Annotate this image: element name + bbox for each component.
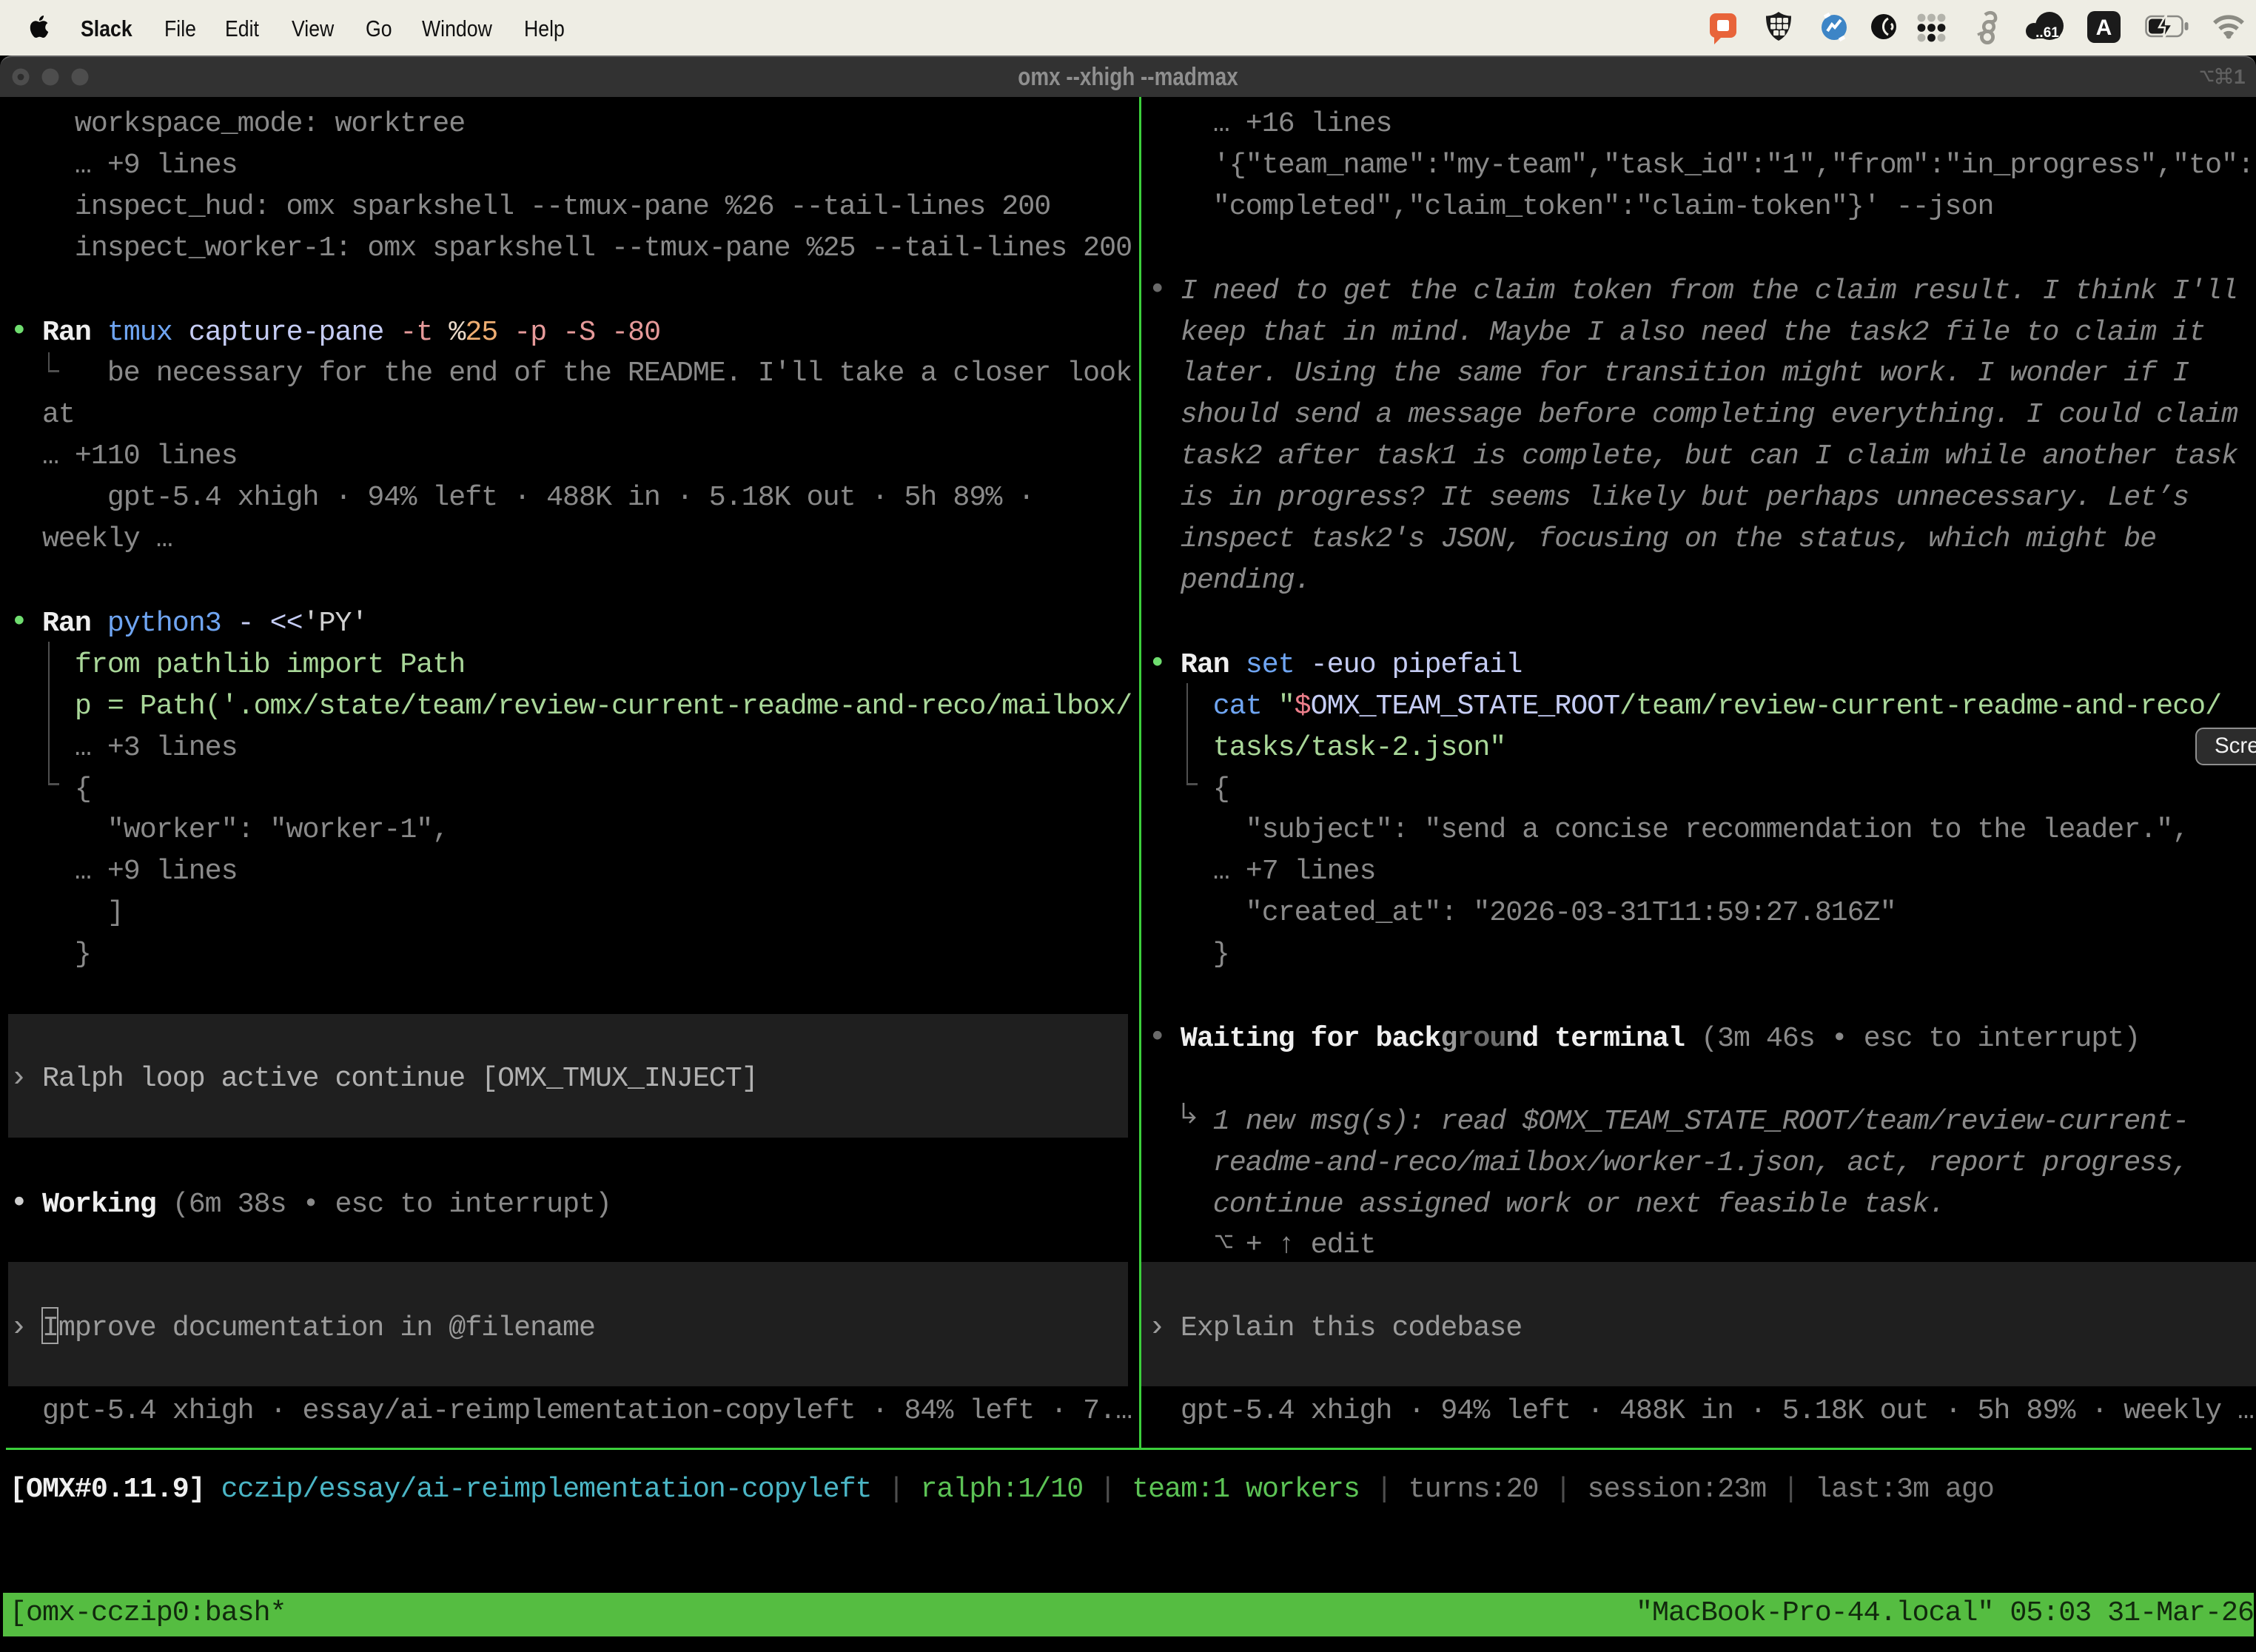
svg-text:..61: ..61	[2035, 25, 2059, 41]
svg-text:A: A	[2096, 16, 2112, 40]
